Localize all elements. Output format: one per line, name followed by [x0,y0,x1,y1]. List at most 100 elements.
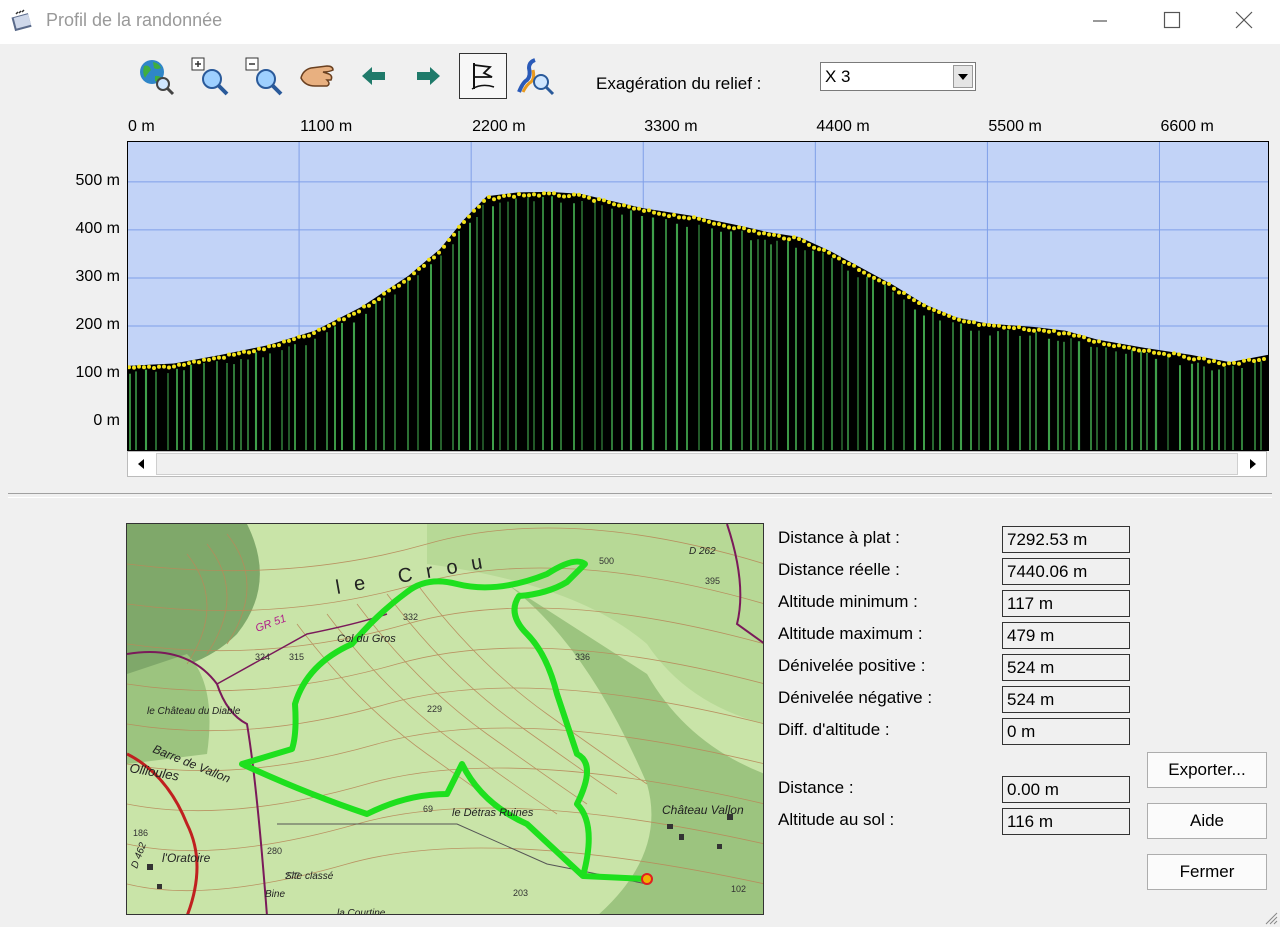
zoom-out-button[interactable] [242,54,286,98]
caret-left-icon [138,459,144,469]
profile-marker [217,355,221,360]
flag-icon [471,63,495,90]
help-button[interactable]: Aide [1147,803,1267,839]
profile-marker [752,228,756,233]
route-search-icon [517,58,555,96]
y-tick-label: 400 m [75,219,120,237]
panel-separator[interactable] [8,493,1272,498]
map-label: l'Oratoire [162,851,211,865]
profile-marker [567,194,571,199]
stat-value: 524 m [1002,654,1130,681]
spot-height: 332 [403,612,418,622]
topographic-map[interactable]: le Crou GR 51 Col du Gros le Château du Dia… [126,523,764,915]
y-tick-label: 300 m [75,267,120,285]
arrow-left-icon [362,67,385,85]
profile-marker [662,212,666,217]
profile-marker [597,197,601,202]
profile-marker [392,285,396,290]
profile-marker [427,257,431,262]
scrollbar-thumb[interactable] [156,453,1238,475]
previous-button[interactable] [352,54,396,98]
maximize-button[interactable] [1136,0,1208,40]
profile-marker [857,268,861,272]
profile-marker [757,231,761,236]
resize-grip-icon[interactable] [1264,911,1278,925]
profile-marker [442,244,446,249]
profile-marker [142,365,146,370]
chevron-down-icon[interactable] [953,65,973,88]
stat-label: Altitude au sol : [778,810,895,829]
profile-marker [237,351,241,356]
next-button[interactable] [406,54,450,98]
profile-marker [1067,331,1071,336]
profile-marker [887,281,891,286]
zoom-in-button[interactable] [188,54,232,98]
profile-marker [877,278,881,283]
spot-height: 186 [133,828,148,838]
profile-marker [607,200,611,205]
scroll-left-button[interactable] [129,453,153,475]
profile-marker [177,362,181,367]
profile-marker [137,364,141,369]
profile-marker [247,350,251,355]
profile-marker [867,273,871,278]
profile-marker [932,308,936,312]
elevation-profile-chart[interactable] [127,141,1269,451]
profile-marker [492,197,496,202]
exaggeration-select[interactable]: X 3 [820,62,976,91]
profile-marker [1107,342,1111,347]
profile-marker [802,239,806,244]
profile-marker [532,192,536,197]
profile-marker [547,191,551,196]
x-tick-label: 6600 m [1160,118,1214,135]
profile-marker [327,323,331,328]
profile-marker [942,311,946,316]
profile-marker [377,297,381,302]
profile-marker [1047,329,1051,334]
profile-marker [612,202,616,207]
profile-marker [652,210,656,215]
stat-label: Altitude maximum : [778,624,923,643]
route-search-button[interactable] [514,54,558,98]
profile-marker [362,304,366,309]
profile-marker [1162,351,1166,356]
profile-marker [962,319,966,324]
close-dialog-button[interactable]: Fermer [1147,854,1267,890]
profile-marker [577,192,581,197]
profile-marker [252,349,256,354]
minimize-button[interactable] [1064,0,1136,40]
profile-marker [147,364,151,369]
spot-height: 277 [285,871,300,881]
scroll-right-button[interactable] [1241,453,1265,475]
profile-flag-button[interactable] [459,53,507,99]
profile-marker [1227,361,1231,366]
globe-search-button[interactable] [133,54,177,98]
profile-marker [777,233,781,238]
profile-marker [457,224,461,229]
profile-marker [472,208,476,213]
profile-marker [292,337,296,342]
profile-marker [322,326,326,331]
stat-value: 117 m [1002,590,1130,617]
profile-marker [912,298,916,303]
map-label: Col du Gros [337,633,396,645]
stat-label: Distance : [778,778,854,797]
profile-marker [482,198,486,203]
profile-marker [397,283,401,288]
profile-marker [737,225,741,230]
profile-marker [842,260,846,264]
profile-marker [687,216,691,221]
profile-marker [167,365,171,370]
close-button[interactable] [1208,0,1280,40]
profile-marker [847,261,851,266]
profile-marker [1027,328,1031,333]
map-label: le Détras Ruines [452,807,534,819]
export-button[interactable]: Exporter... [1147,752,1267,788]
horizontal-scrollbar[interactable] [127,451,1267,477]
profile-marker [1087,338,1091,343]
profile-marker [1242,358,1246,363]
profile-marker [407,276,411,281]
pan-button[interactable] [296,54,340,98]
profile-marker [812,245,816,250]
profile-marker [762,231,766,236]
